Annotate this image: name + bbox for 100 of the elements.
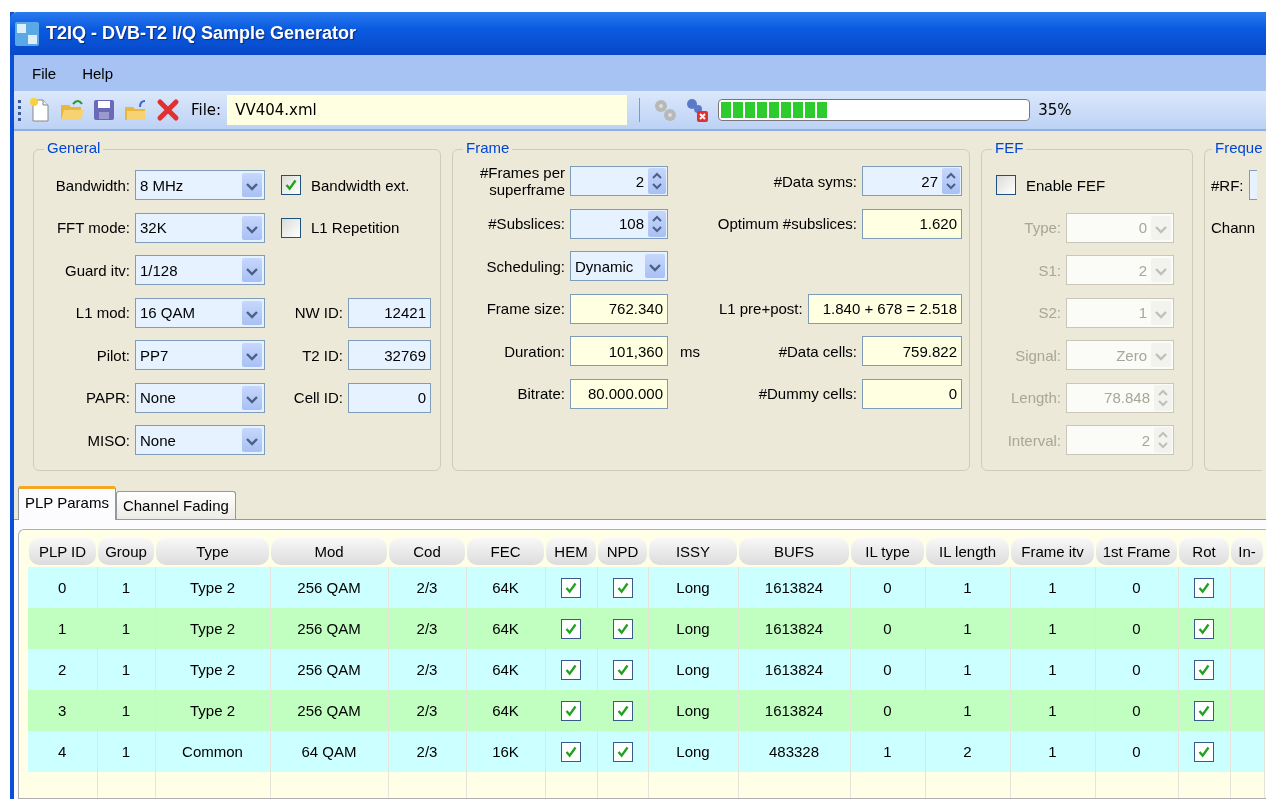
checkbox-label: Bandwidth ext. [311,176,410,194]
column-header[interactable]: FEC [467,538,544,565]
table-cell: 1 [97,690,155,731]
checkbox[interactable] [612,741,633,762]
readout-field: 1.620 [862,208,962,239]
checkbox[interactable] [1194,577,1214,598]
checkbox[interactable] [612,618,633,639]
table-cell: 1 [1010,608,1095,649]
column-header[interactable]: ISSY [649,538,737,565]
toolbar-grip-icon [18,98,21,122]
checkbox[interactable] [281,175,301,196]
field-label: NW ID: [293,304,343,322]
table-cell: Type 2 [155,690,270,731]
column-header[interactable]: Type [156,538,269,565]
spin-arrows-icon[interactable] [942,168,960,195]
table-cell: 1 [97,731,155,772]
checkbox[interactable] [561,700,581,721]
table-cell: 1 [925,649,1010,690]
dropdown[interactable]: None [135,382,265,413]
readout-field: 101,360 [570,336,668,367]
table-cell: 0 [28,567,97,608]
spin-arrows-icon[interactable] [648,168,666,195]
dropdown[interactable]: 32K [135,212,265,243]
checkbox[interactable] [612,577,633,598]
checkbox[interactable] [612,700,633,721]
column-header[interactable]: IL length [926,538,1009,565]
column-header[interactable]: PLP ID [29,538,96,565]
field-label: S2: [1037,304,1061,322]
field-label: S1: [1037,261,1061,279]
dropdown[interactable]: 16 QAM [135,297,265,328]
dropdown[interactable]: 8 MHz [135,170,265,201]
input-field[interactable] [1248,170,1257,201]
table-cell: Long [648,567,738,608]
column-header[interactable]: HEM [546,538,596,565]
input-field[interactable]: 32769 [348,340,431,371]
table-cell: 1 [1010,690,1095,731]
gears-stop-icon[interactable] [684,97,711,123]
table-cell: Long [648,690,738,731]
tab[interactable]: Channel Fading [115,491,236,519]
column-header[interactable]: Group [98,538,154,565]
column-header[interactable]: IL type [851,538,924,565]
column-header[interactable]: Mod [271,538,387,565]
table-cell: 1 [850,731,925,772]
column-header[interactable]: Rot [1179,538,1229,565]
table-cell: 256 QAM [270,608,388,649]
spin-arrows-icon[interactable] [648,210,666,237]
spin-box[interactable]: 2 [570,166,668,197]
readout-field: 80.000.000 [570,378,668,409]
input-field[interactable]: 12421 [348,297,431,328]
table-cell: 3 [28,690,97,731]
field-label: Scheduling: [485,257,565,275]
table-cell: Type 2 [155,567,270,608]
checkbox[interactable] [281,217,301,238]
checkbox[interactable] [612,659,633,680]
save-icon[interactable] [91,97,117,123]
checkbox[interactable] [1194,659,1214,680]
spin-box[interactable]: 27 [862,166,962,197]
field-label: MISO: [86,431,130,449]
checkbox[interactable] [561,741,581,762]
column-header[interactable]: Cod [389,538,465,565]
dropdown[interactable]: 1/128 [135,255,265,286]
table-cell: 2 [925,731,1010,772]
table-cell: 64K [466,649,545,690]
column-header[interactable]: In- [1231,538,1263,565]
field-label: Chann [1211,219,1256,237]
spin-box[interactable]: 108 [570,208,668,239]
column-header[interactable]: 1st Frame [1096,538,1177,565]
field-label: FFT mode: [55,219,130,237]
table-cell: 64K [466,690,545,731]
field-label: #Dummy cells: [758,385,857,403]
checkbox[interactable] [1194,741,1214,762]
tab[interactable]: PLP Params [18,486,116,520]
table-cell: 2/3 [388,608,466,649]
field-label: Pilot: [95,346,130,364]
checkbox[interactable] [561,577,581,598]
dropdown[interactable]: PP7 [135,340,265,371]
dropdown[interactable]: None [135,425,265,456]
checkbox[interactable] [561,659,581,680]
input-field[interactable]: 0 [348,382,431,413]
table-cell: 1 [1010,649,1095,690]
dropdown[interactable]: Dynamic [570,251,668,282]
menu-item[interactable]: Help [82,62,114,84]
close-icon[interactable] [155,97,181,123]
field-label: #Frames per superframe [478,164,565,199]
table-cell: 0 [850,690,925,731]
column-header[interactable]: Frame itv [1011,538,1094,565]
file-field[interactable]: VV404.xml [227,95,628,125]
field-label: #RF: [1211,176,1244,194]
column-header[interactable]: BUFS [739,538,849,565]
menu-item[interactable]: File [32,62,57,84]
checkbox[interactable] [996,175,1016,196]
table-cell: 256 QAM [270,649,388,690]
checkbox[interactable] [561,618,581,639]
progress-text: 35% [1038,101,1072,119]
checkbox[interactable] [1194,618,1214,639]
field-label: Interval: [1006,431,1061,449]
checkbox[interactable] [1194,700,1214,721]
table-cell: Type 2 [155,649,270,690]
column-header[interactable]: NPD [598,538,647,565]
table-cell: 64 QAM [270,731,388,772]
